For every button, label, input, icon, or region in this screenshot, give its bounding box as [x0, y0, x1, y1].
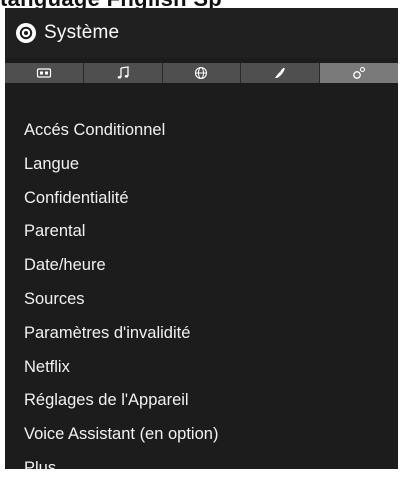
music-note-icon [115, 66, 131, 80]
menu-item-netflix[interactable]: Netflix [5, 351, 398, 385]
menu-item-language[interactable]: Langue [5, 148, 398, 182]
menu-item-date-time[interactable]: Date/heure [5, 249, 398, 283]
tab-network[interactable] [162, 63, 242, 83]
system-menu-panel: Système Accés Conditionnel Langue Confid… [5, 8, 398, 469]
tab-system[interactable] [320, 63, 398, 83]
menu-item-voice-assistant[interactable]: Voice Assistant (en option) [5, 418, 398, 452]
menu-item-more[interactable]: Plus... [5, 452, 398, 469]
tab-picture[interactable] [5, 63, 84, 83]
menu-item-privacy[interactable]: Confidentialité [5, 182, 398, 216]
tab-bar [5, 63, 398, 83]
tab-sound[interactable] [83, 63, 163, 83]
menu-item-sources[interactable]: Sources [5, 283, 398, 317]
clipped-top-text: tanguage Fnglish Sp [0, 0, 402, 8]
gears-icon [351, 66, 367, 80]
menu-item-parental[interactable]: Parental [5, 215, 398, 249]
gear-icon [16, 23, 36, 43]
tab-installation[interactable] [241, 63, 321, 83]
settings-menu-list: Accés Conditionnel Langue Confidentialit… [5, 114, 398, 469]
menu-header: Système [5, 8, 398, 58]
menu-item-accessibility[interactable]: Paramètres d'invalidité [5, 317, 398, 351]
globe-icon [193, 66, 209, 80]
menu-item-conditional-access[interactable]: Accés Conditionnel [5, 114, 398, 148]
menu-item-device-settings[interactable]: Réglages de l'Appareil [5, 384, 398, 418]
page-title: Système [44, 22, 120, 43]
satellite-dish-icon [272, 66, 288, 80]
screen-icon [36, 66, 52, 80]
